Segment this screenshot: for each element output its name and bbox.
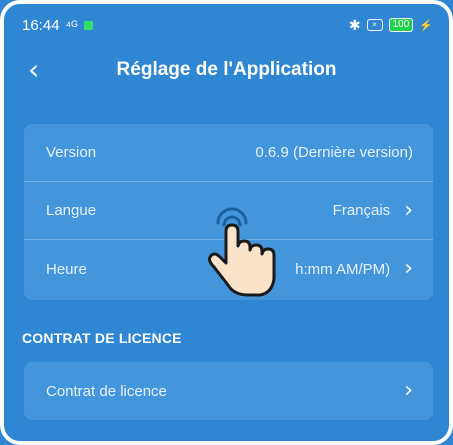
row-value: h:mm AM/PM) xyxy=(295,260,391,278)
bluetooth-icon: ✱ xyxy=(348,16,361,33)
status-bar: 16:44 ⁴ᴳ ✱ × 100 ⚡ xyxy=(22,14,433,36)
status-right: ✱ × 100 ⚡ xyxy=(349,17,433,34)
row-label: Contrat de licence xyxy=(46,382,167,400)
signal-icon: ⁴ᴳ xyxy=(65,17,78,33)
row-value: 0.6.9 (Dernière version) xyxy=(255,144,413,161)
row-value-wrap: Français › xyxy=(332,197,413,223)
chevron-right-icon: › xyxy=(404,256,413,281)
app-header: ‹ Réglage de l'Application xyxy=(0,52,453,88)
settings-row-version: Version 0.6.9 (Dernière version) xyxy=(24,124,433,182)
license-card: Contrat de licence › xyxy=(24,362,433,420)
row-value-wrap: h:mm AM/PM) › xyxy=(295,258,413,280)
battery-icon: 100 xyxy=(388,18,414,32)
settings-row-license[interactable]: Contrat de licence › xyxy=(24,362,433,420)
vibrate-icon: × xyxy=(366,19,383,31)
back-icon[interactable]: ‹ xyxy=(28,56,39,84)
page-title: Réglage de l'Application xyxy=(116,59,337,80)
tap-hand-icon xyxy=(208,207,276,297)
row-label: Heure xyxy=(46,260,87,278)
row-value: Français xyxy=(332,202,391,219)
chevron-right-icon: › xyxy=(404,378,413,403)
row-label: Version xyxy=(46,144,97,161)
app-notification-icon xyxy=(83,20,93,30)
status-left: 16:44 ⁴ᴳ xyxy=(22,17,93,34)
status-time: 16:44 xyxy=(22,16,60,34)
chevron-right-icon: › xyxy=(404,197,413,223)
section-title-license: CONTRAT DE LICENCE xyxy=(22,330,182,346)
charging-icon: ⚡ xyxy=(419,19,433,32)
row-label: Langue xyxy=(46,202,97,219)
